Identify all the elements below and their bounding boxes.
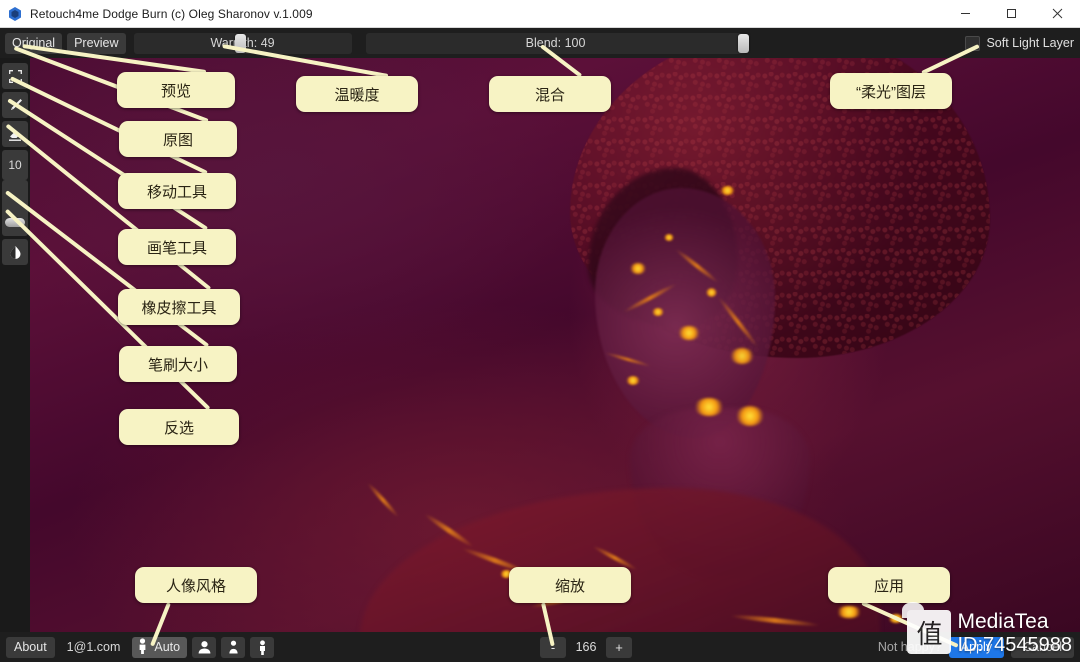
dodge-highlight (664, 234, 674, 241)
window-title: Retouch4me Dodge Burn (c) Oleg Sharonov … (30, 6, 313, 21)
annotation-label: “柔光”图层 (856, 83, 926, 101)
annotation-callout: 橡皮擦工具 (118, 289, 240, 325)
annotation-callout: 预览 (117, 72, 235, 108)
minimize-button[interactable] (942, 0, 988, 28)
application-window: Retouch4me Dodge Burn (c) Oleg Sharonov … (0, 0, 1080, 662)
soft-light-label: Soft Light Layer (986, 36, 1074, 50)
annotation-label: 温暖度 (334, 86, 380, 104)
annotation-label: 预览 (160, 82, 191, 100)
dodge-highlight (706, 288, 717, 297)
dodge-highlight (652, 308, 664, 316)
dodge-highlight (626, 376, 640, 385)
annotation-callout: 画笔工具 (118, 229, 236, 265)
annotation-callout: “柔光”图层 (830, 73, 952, 109)
annotation-callout: 人像风格 (135, 567, 257, 603)
blend-slider[interactable]: Blend: 100 (365, 32, 749, 54)
annotation-callout: 应用 (828, 567, 950, 603)
account-email: 1@1.com (66, 640, 121, 654)
annotation-label: 橡皮擦工具 (141, 299, 217, 317)
person-standing-icon (136, 637, 149, 657)
annotation-callout: 笔刷大小 (119, 346, 237, 382)
annotation-label: 人像风格 (165, 577, 226, 595)
preview-button[interactable]: Preview (67, 32, 126, 54)
feedback-group: Not happy? Apply Cancel (878, 632, 1074, 662)
annotation-callout: 反选 (119, 409, 239, 445)
annotation-callout: 缩放 (509, 567, 631, 603)
portrait-bust-icon[interactable] (192, 636, 217, 658)
annotation-callout: 混合 (489, 76, 611, 112)
top-toolbar: Original Preview Warmth: 49 Blend: 100 S… (0, 28, 1080, 58)
maximize-button[interactable] (988, 0, 1034, 28)
close-button[interactable] (1034, 0, 1080, 28)
annotation-label: 混合 (534, 86, 565, 104)
dodge-highlight (694, 398, 724, 416)
zoom-in-button[interactable]: + (606, 636, 632, 658)
left-tool-rail: 10 (0, 58, 30, 632)
dodge-highlight (630, 263, 646, 274)
zoom-controls: - 166 + (540, 632, 632, 662)
dodge-highlight (720, 186, 735, 195)
bottom-bar: About 1@1.com Auto - 166 + Not happy? Ap… (0, 632, 1080, 662)
annotation-label: 移动工具 (146, 183, 207, 201)
annotation-label: 原图 (162, 131, 193, 149)
dodge-highlight (736, 406, 764, 426)
annotation-label: 笔刷大小 (147, 356, 208, 374)
annotation-label: 反选 (163, 419, 194, 437)
not-happy-label: Not happy? (877, 640, 942, 654)
auto-mode-label: Auto (154, 640, 181, 654)
blend-slider-handle[interactable] (737, 33, 749, 53)
about-button[interactable]: About (6, 636, 55, 658)
cancel-button[interactable]: Cancel (1011, 636, 1074, 658)
blend-slider-label: Blend: 100 (525, 36, 586, 50)
annotation-callout: 温暖度 (296, 76, 418, 112)
title-bar: Retouch4me Dodge Burn (c) Oleg Sharonov … (0, 0, 1080, 28)
annotation-label: 应用 (873, 577, 904, 595)
dodge-highlight (678, 326, 700, 340)
annotation-callout: 移动工具 (118, 173, 236, 209)
annotation-label: 缩放 (554, 577, 585, 595)
brush-size-value[interactable]: 10 (2, 150, 28, 180)
window-controls (942, 0, 1080, 28)
dodge-highlight (730, 348, 754, 364)
person-half-icon[interactable] (221, 636, 246, 658)
person-full-icon[interactable] (250, 636, 275, 658)
dodge-highlight (836, 606, 862, 618)
annotation-label: 画笔工具 (146, 239, 207, 257)
annotation-callout: 原图 (119, 121, 237, 157)
auto-mode-button[interactable]: Auto (132, 636, 188, 658)
app-logo-icon (7, 6, 23, 22)
soft-light-layer-option[interactable]: Soft Light Layer (965, 35, 1074, 51)
invert-contrast-icon[interactable] (2, 239, 28, 265)
zoom-level-value: 166 (575, 640, 597, 654)
